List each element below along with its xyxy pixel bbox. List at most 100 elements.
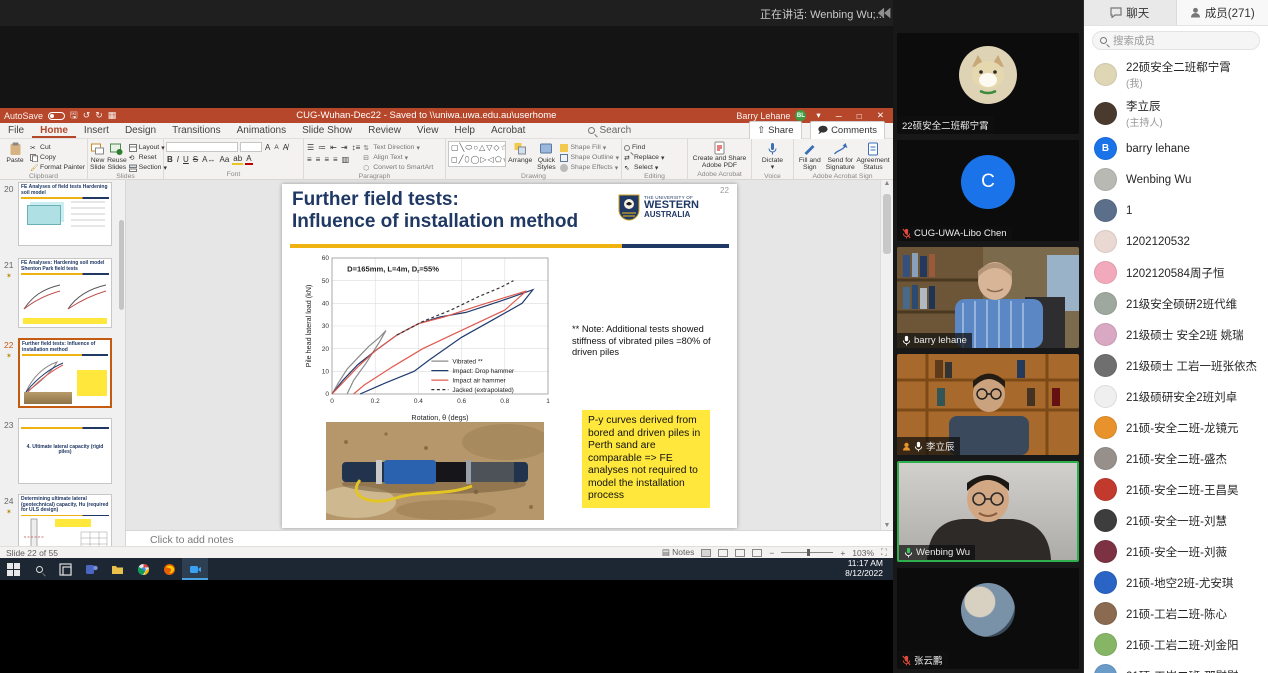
start-button[interactable] (0, 558, 26, 580)
autosave-toggle[interactable] (48, 112, 65, 120)
ribbon-display-icon[interactable]: ▾ (811, 110, 825, 121)
shrink-font-button[interactable]: A (273, 144, 279, 151)
notes-placeholder[interactable]: Click to add notes (150, 534, 233, 546)
ribbon-tab[interactable]: Insert (76, 123, 117, 138)
task-view-button[interactable] (52, 558, 78, 580)
paste-button[interactable]: Paste (2, 141, 28, 164)
video-tile-wenbing-wu[interactable]: Wenbing Wu (897, 461, 1079, 562)
font-name-select[interactable] (166, 142, 238, 152)
member-row[interactable]: 21硕-工岩二班-刘金阳 (1084, 629, 1268, 660)
shape-effects-button[interactable]: Shape Effects ▾ (560, 163, 619, 172)
line-spacing-button[interactable]: ↕≡ (351, 143, 362, 152)
clear-format-button[interactable]: A̸ (282, 143, 289, 152)
reuse-slides-button[interactable]: Reuse Slides (107, 141, 127, 172)
grow-font-button[interactable]: A (264, 143, 271, 152)
save-icon[interactable]: 🖫 (70, 108, 78, 124)
copy-button[interactable]: Copy (30, 153, 85, 162)
taskbar-clock[interactable]: 11:17 AM 8/12/2022 (845, 559, 893, 579)
member-row[interactable]: 21硕-安全二班-龙镜元 (1084, 412, 1268, 443)
shape-fill-button[interactable]: Shape Fill ▾ (560, 143, 619, 152)
ribbon-tab[interactable]: Slide Show (294, 123, 360, 138)
member-row[interactable]: 21级硕士 工岩一班张依杰 (1084, 350, 1268, 381)
layout-button[interactable]: Layout ▾ (129, 143, 167, 152)
member-row[interactable]: 21硕-安全二班-王昌昊 (1084, 474, 1268, 505)
dictate-button[interactable]: Dictate ▾ (756, 141, 790, 172)
thumbnail-slide-23[interactable]: 23 4. Ultimate lateral capacity (rigid p… (0, 418, 118, 490)
ribbon-tab[interactable]: Home (32, 123, 76, 138)
member-row[interactable]: 21硕-安全一班-刘慧 (1084, 505, 1268, 536)
ribbon-tab[interactable]: Review (360, 123, 409, 138)
thumbnail-slide-21[interactable]: 21 ✶ FE Analyses: Hardening soil model S… (0, 258, 118, 334)
justify-button[interactable]: ≡ (332, 155, 339, 164)
align-center-button[interactable]: ≡ (315, 155, 322, 164)
member-row[interactable]: 21硕-安全一班-刘薇 (1084, 536, 1268, 567)
agreement-status-button[interactable]: Agreement Status (857, 141, 889, 172)
thumbnail-slide-24[interactable]: 24 ✶ Determining ultimate lateral (geote… (0, 494, 118, 546)
create-share-pdf-button[interactable]: Create and Share Adobe PDF (692, 141, 748, 170)
quick-styles-button[interactable]: Quick Styles (534, 141, 558, 172)
text-direction-button[interactable]: ⇅Text Direction ▾ (363, 143, 433, 152)
minimize-button[interactable]: ─ (831, 111, 847, 121)
member-row[interactable]: 21硕-工岩二班-陈心 (1084, 598, 1268, 629)
member-row[interactable]: 1202120532 (1084, 226, 1268, 257)
smartart-button[interactable]: ⬡Convert to SmartArt (363, 163, 433, 172)
decrease-indent-button[interactable]: ⇤ (329, 143, 338, 152)
bullets-button[interactable]: ☰ (306, 143, 315, 152)
video-tile-lilichen[interactable]: 李立辰 (897, 354, 1079, 455)
member-search-input[interactable] (1111, 34, 1241, 48)
numbering-button[interactable]: ≔ (317, 143, 327, 152)
slide-sorter-view-button[interactable] (718, 549, 728, 557)
firefox-icon[interactable] (156, 558, 182, 580)
zoom-in-button[interactable]: + (840, 548, 845, 558)
taskbar-search-icon[interactable] (26, 558, 52, 580)
member-row[interactable]: Wenbing Wu (1084, 164, 1268, 195)
reset-button[interactable]: ⟲Reset (129, 153, 167, 162)
member-row[interactable]: 1202120584周子恒 (1084, 257, 1268, 288)
thumbnail-scrollbar[interactable] (119, 220, 124, 310)
highlight-color-button[interactable]: ab (232, 154, 243, 165)
align-left-button[interactable]: ≡ (306, 155, 313, 164)
chrome-icon[interactable] (130, 558, 156, 580)
member-row[interactable]: 1 (1084, 195, 1268, 226)
scrollbar-thumb[interactable] (883, 194, 891, 254)
ribbon-search[interactable]: Search (588, 125, 631, 136)
notes-toggle-button[interactable]: ▤ Notes (662, 547, 695, 558)
file-explorer-icon[interactable] (104, 558, 130, 580)
member-row[interactable]: 李立辰 (主持人) (1084, 94, 1268, 133)
comments-button[interactable]: 🗩Comments (810, 121, 885, 141)
increase-indent-button[interactable]: ⇥ (340, 143, 349, 152)
normal-view-button[interactable] (701, 549, 711, 557)
columns-button[interactable]: ▥ (341, 155, 351, 164)
member-row[interactable]: 22硕安全二班郗宁霄 (我) (1084, 55, 1268, 94)
redo-icon[interactable]: ↻ (95, 110, 103, 121)
video-tile-libo-chen[interactable]: C CUG-UWA-Libo Chen (897, 140, 1079, 241)
video-tile-zhangyunpeng[interactable]: 张云鹏 (897, 568, 1079, 669)
shape-gallery[interactable]: ▢╲⬭○△▽◇☆◻╱⬯◯▷◁⬠✩ (448, 141, 506, 167)
zoom-out-button[interactable]: − (769, 548, 774, 558)
select-button[interactable]: ⇖Select ▾ (624, 163, 664, 172)
change-case-button[interactable]: Aa (218, 155, 230, 164)
underline-button[interactable]: U (182, 155, 190, 164)
ribbon-tab[interactable]: File (0, 123, 32, 138)
char-spacing-button[interactable]: A↔ (201, 155, 216, 164)
align-right-button[interactable]: ≡ (323, 155, 330, 164)
fit-to-window-icon[interactable]: ⛶ (881, 547, 887, 558)
member-search-box[interactable] (1092, 31, 1260, 50)
font-color-button[interactable]: A (245, 154, 252, 165)
cut-button[interactable]: ✂Cut (30, 143, 85, 152)
user-avatar[interactable]: BL (795, 110, 806, 121)
member-row[interactable]: B barry lehane (1084, 133, 1268, 164)
tab-members[interactable]: 成员(271) (1177, 0, 1268, 25)
member-row[interactable]: 21级硕研安全2班刘卓 (1084, 381, 1268, 412)
zoom-slider[interactable] (781, 552, 833, 553)
slide[interactable]: 22 Further field tests: Influence of ins… (282, 184, 737, 528)
member-row[interactable]: 21硕-工岩二班-邵慰慰 (1084, 660, 1268, 673)
find-button[interactable]: Find (624, 143, 664, 152)
reading-view-button[interactable] (735, 549, 745, 557)
ribbon-tab[interactable]: Acrobat (483, 123, 533, 138)
format-painter-button[interactable]: 🖌Format Painter (30, 163, 85, 172)
ribbon-tab[interactable]: Animations (229, 123, 294, 138)
maximize-button[interactable]: □ (852, 111, 867, 121)
thumbnail-slide-20[interactable]: 20 FE Analyses of field tests Hardening … (0, 182, 118, 254)
italic-button[interactable]: I (176, 155, 180, 164)
